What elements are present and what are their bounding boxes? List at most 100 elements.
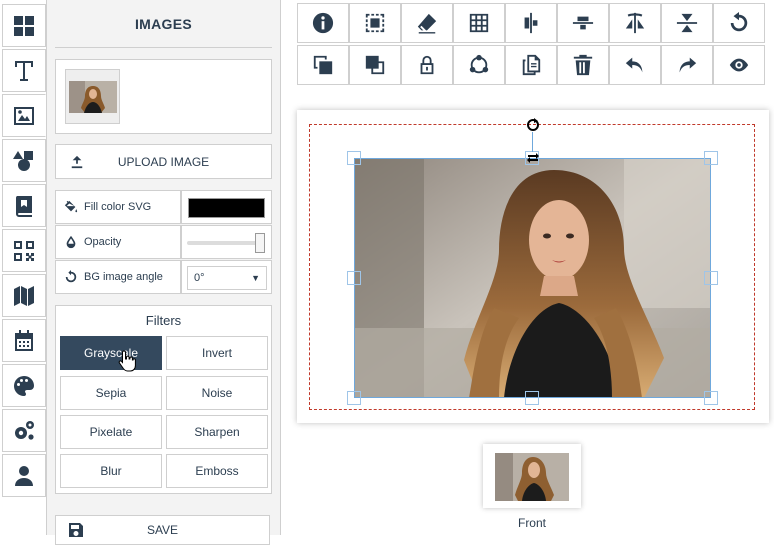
select-area-icon xyxy=(365,13,385,33)
select-area-button[interactable] xyxy=(349,3,401,43)
sidebar-item-settings[interactable] xyxy=(2,409,46,452)
qrcode-icon xyxy=(14,240,34,261)
angle-label-cell: BG image angle xyxy=(55,260,181,294)
preview-button[interactable] xyxy=(713,45,765,85)
sidebar-item-design[interactable] xyxy=(2,364,46,407)
delete-button[interactable] xyxy=(557,45,609,85)
group-icon xyxy=(469,54,489,74)
info-button[interactable] xyxy=(297,3,349,43)
bg-image-angle-value: 0° xyxy=(194,272,205,284)
lock-icon xyxy=(420,55,434,75)
rotate-icon xyxy=(65,270,77,283)
group-button[interactable] xyxy=(453,45,505,85)
resize-handle-top-right[interactable] xyxy=(704,151,718,165)
filter-sharpen-button[interactable]: Sharpen xyxy=(166,415,268,449)
filter-noise-button[interactable]: Noise xyxy=(166,376,268,410)
upload-icon xyxy=(71,155,83,169)
upload-image-button[interactable]: UPLOAD IMAGE xyxy=(55,144,272,179)
filter-blur-button[interactable]: Blur xyxy=(60,454,162,488)
resize-handle-bottom[interactable] xyxy=(525,391,539,405)
fill-color-label-cell: Fill color SVG xyxy=(55,190,181,224)
bg-image-angle-label: BG image angle xyxy=(84,271,163,283)
undo-icon xyxy=(625,57,643,73)
undo-button[interactable] xyxy=(609,45,661,85)
floppy-disk-icon xyxy=(69,523,83,537)
resize-handle-right[interactable] xyxy=(704,271,718,285)
save-button[interactable]: SAVE xyxy=(55,515,270,545)
bg-image-angle-select[interactable]: 0° ▼ xyxy=(187,266,267,290)
sidebar-item-layouts[interactable] xyxy=(2,4,46,47)
image-icon xyxy=(14,106,34,125)
uploaded-image-thumbnail[interactable] xyxy=(65,69,120,124)
filter-grayscale-button[interactable]: Grayscale xyxy=(60,336,162,370)
sidebar-item-qrcode[interactable] xyxy=(2,229,46,272)
bring-forward-icon xyxy=(365,55,385,75)
shapes-icon xyxy=(13,150,33,171)
copy-icon xyxy=(522,54,541,76)
eraser-button[interactable] xyxy=(401,3,453,43)
sidebar-item-calendar[interactable] xyxy=(2,319,46,362)
opacity-slider-track[interactable] xyxy=(187,241,259,245)
book-icon xyxy=(15,195,32,217)
copy-button[interactable] xyxy=(505,45,557,85)
bring-forward-button[interactable] xyxy=(349,45,401,85)
rotate-handle-line xyxy=(532,132,533,152)
opacity-label: Opacity xyxy=(84,236,122,248)
hand-cursor-icon xyxy=(118,350,136,372)
filter-sepia-button[interactable]: Sepia xyxy=(60,376,162,410)
grid-table-icon xyxy=(469,13,489,33)
resize-handle-left[interactable] xyxy=(347,271,361,285)
lock-button[interactable] xyxy=(401,45,453,85)
sidebar-item-images[interactable] xyxy=(2,94,46,137)
opacity-slider-handle[interactable] xyxy=(255,233,265,253)
fill-color-swatch[interactable] xyxy=(188,198,265,218)
panel-title: IMAGES xyxy=(55,0,272,48)
flip-vertical-icon xyxy=(676,13,698,33)
filter-pixelate-button[interactable]: Pixelate xyxy=(60,415,162,449)
align-vertical-center-button[interactable] xyxy=(505,3,557,43)
portrait-photo-thumbnail xyxy=(68,80,117,113)
resize-handle-top-left[interactable] xyxy=(347,151,361,165)
flip-horizontal-icon xyxy=(625,12,645,34)
trash-icon xyxy=(573,54,593,76)
page-label-front: Front xyxy=(517,516,546,530)
undo-rotate-icon xyxy=(730,12,748,32)
uploaded-images-list xyxy=(55,59,272,134)
resize-handle-bottom-right[interactable] xyxy=(704,391,718,405)
text-icon xyxy=(15,60,33,81)
redo-icon xyxy=(679,57,697,73)
droplet-icon xyxy=(66,235,76,249)
filters-group: Filters Grayscale Invert Sepia Noise Pix… xyxy=(55,305,272,494)
redo-button[interactable] xyxy=(661,45,713,85)
sidebar-item-account[interactable] xyxy=(2,454,46,497)
align-horizontal-center-button[interactable] xyxy=(557,3,609,43)
sidebar-item-shapes[interactable] xyxy=(2,139,46,182)
send-backward-button[interactable] xyxy=(297,45,349,85)
images-panel: IMAGES UPLOAD IMAGE Fill color SVG Opaci… xyxy=(47,0,281,545)
rotate-handle-icon[interactable] xyxy=(526,118,540,132)
opacity-label-cell: Opacity xyxy=(55,225,181,259)
sidebar-item-text[interactable] xyxy=(2,49,46,92)
paint-bucket-icon xyxy=(64,200,78,213)
rotate-button[interactable] xyxy=(713,3,765,43)
resize-handle-bottom-left[interactable] xyxy=(347,391,361,405)
calendar-icon xyxy=(15,329,33,351)
design-canvas[interactable] xyxy=(297,110,769,423)
filter-invert-button[interactable]: Invert xyxy=(166,336,268,370)
swap-arrows-icon[interactable] xyxy=(527,152,539,164)
preview-eye-icon xyxy=(729,58,749,72)
user-icon xyxy=(15,465,33,486)
flip-horizontal-button[interactable] xyxy=(609,3,661,43)
left-sidebar xyxy=(0,0,47,535)
grid-button[interactable] xyxy=(453,3,505,43)
sidebar-item-maps[interactable] xyxy=(2,274,46,317)
grid-icon xyxy=(14,15,34,36)
flip-vertical-button[interactable] xyxy=(661,3,713,43)
filter-emboss-button[interactable]: Emboss xyxy=(166,454,268,488)
angle-cell: 0° ▼ xyxy=(181,260,272,294)
page-thumbnail-front[interactable] xyxy=(483,444,581,508)
sidebar-item-library[interactable] xyxy=(2,184,46,227)
align-horizontal-center-icon xyxy=(572,16,594,30)
filters-title: Filters xyxy=(145,313,182,328)
info-icon xyxy=(312,12,334,34)
